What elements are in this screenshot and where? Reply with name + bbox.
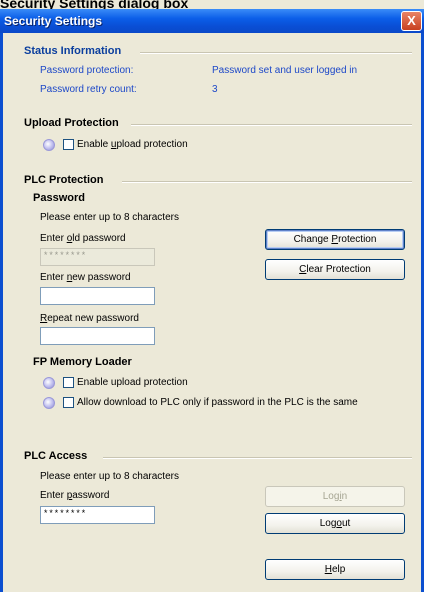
fp-memory-heading: FP Memory Loader: [33, 356, 132, 368]
repeat-password-field[interactable]: [40, 327, 155, 345]
help-button[interactable]: Help: [265, 559, 405, 580]
new-password-field[interactable]: [40, 287, 155, 305]
plc-access-password-field[interactable]: ********: [40, 506, 155, 524]
fp-upload-protection-checkbox[interactable]: [63, 377, 74, 388]
new-password-label: Enter new password: [40, 272, 131, 283]
lock-icon: [43, 377, 55, 389]
lock-icon: [43, 139, 55, 151]
change-protection-button[interactable]: Change Protection: [265, 229, 405, 250]
old-password-label: Enter old password: [40, 233, 126, 244]
clear-protection-button[interactable]: Clear Protection: [265, 259, 405, 280]
login-button[interactable]: Login: [265, 486, 405, 507]
plc-protection-heading: PLC Protection: [24, 174, 104, 186]
plc-access-divider: [103, 457, 412, 459]
partial-page-title: Security Settings dialog box: [0, 0, 189, 11]
upload-divider: [131, 124, 412, 126]
upload-protection-heading: Upload Protection: [24, 117, 119, 129]
password-protection-label: Password protection:: [40, 65, 134, 76]
plc-access-heading: PLC Access: [24, 450, 88, 462]
status-divider: [140, 52, 412, 54]
password-hint: Please enter up to 8 characters: [40, 212, 179, 223]
title-bar[interactable]: Security Settings X: [0, 9, 424, 33]
old-password-field[interactable]: ********: [40, 248, 155, 266]
upload-protection-label[interactable]: Enable upload protection: [77, 139, 188, 150]
password-protection-value: Password set and user logged in: [212, 65, 358, 76]
close-icon: X: [407, 13, 416, 28]
retry-count-label: Password retry count:: [40, 84, 137, 95]
window-title: Security Settings: [4, 14, 103, 28]
plc-access-password-label: Enter password: [40, 490, 110, 501]
logout-button[interactable]: Logout: [265, 513, 405, 534]
window-frame-left: [0, 33, 3, 592]
plc-protection-divider: [122, 181, 412, 183]
upload-protection-checkbox[interactable]: [63, 139, 74, 150]
plc-access-hint: Please enter up to 8 characters: [40, 471, 179, 482]
repeat-password-label: Repeat new password: [40, 313, 139, 324]
password-heading: Password: [33, 192, 85, 204]
fp-upload-protection-label[interactable]: Enable upload protection: [77, 377, 188, 388]
lock-icon: [43, 397, 55, 409]
status-heading: Status Information: [24, 45, 122, 57]
fp-allow-download-checkbox[interactable]: [63, 397, 74, 408]
fp-allow-download-label[interactable]: Allow download to PLC only if password i…: [77, 397, 358, 408]
close-button[interactable]: X: [401, 11, 422, 31]
retry-count-value: 3: [212, 84, 218, 95]
